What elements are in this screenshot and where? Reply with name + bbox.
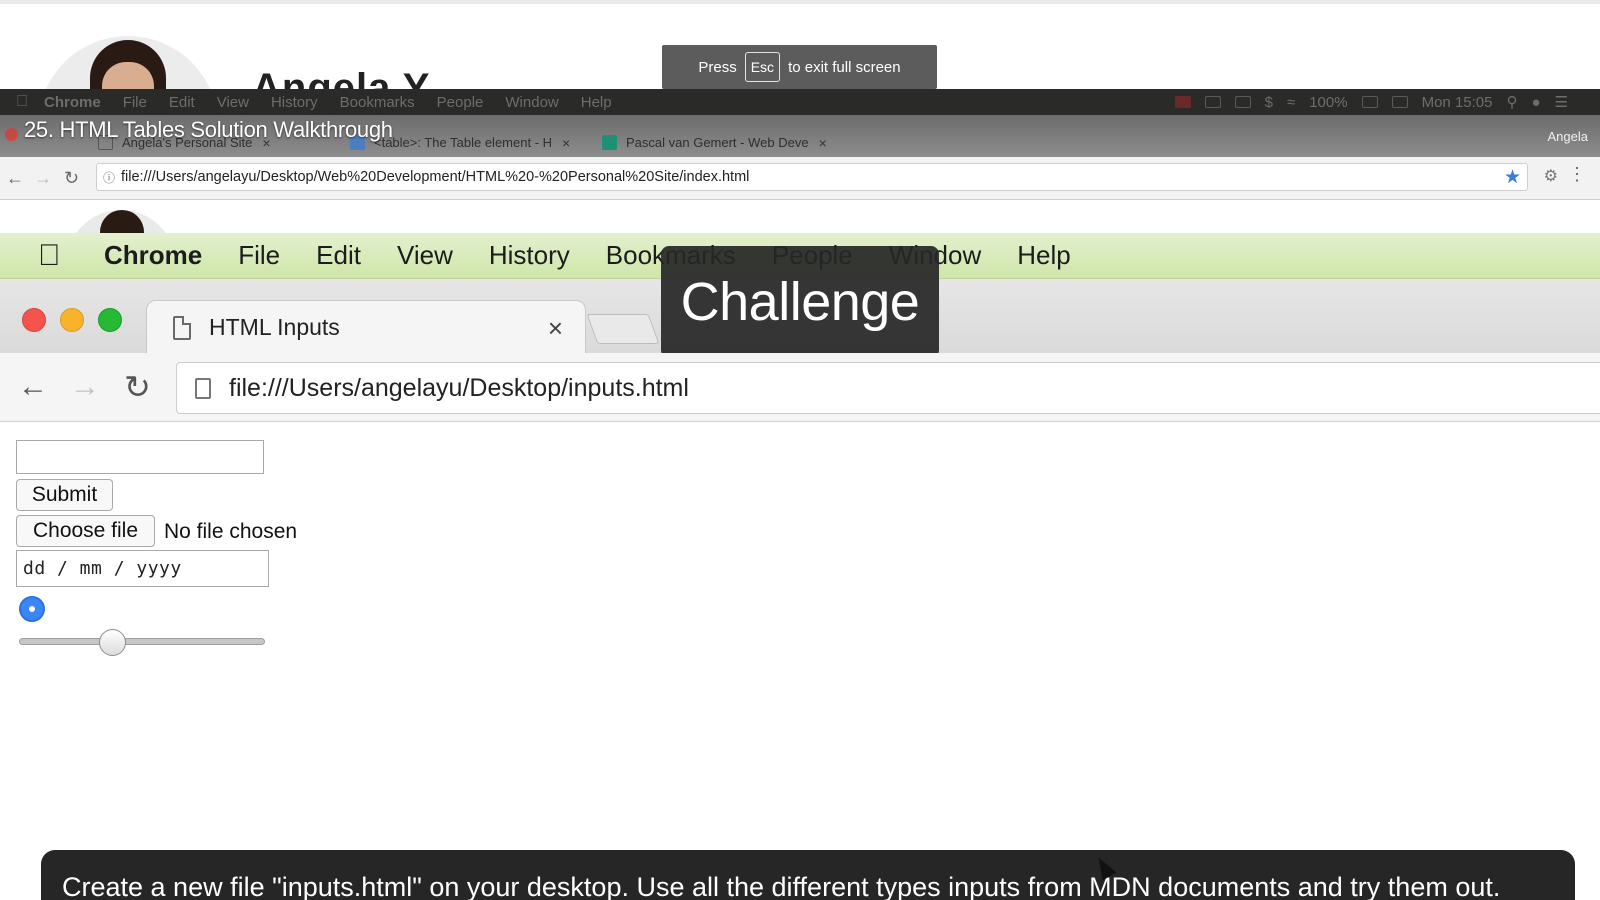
radio-button[interactable] — [19, 596, 45, 622]
p-icon — [602, 135, 617, 150]
close-icon[interactable]: × — [819, 135, 827, 151]
inner-tab-title: HTML Inputs — [209, 314, 340, 340]
profile-name[interactable]: Angela — [1548, 129, 1588, 144]
record-icon[interactable] — [1174, 96, 1191, 108]
siri-icon[interactable]: ● — [1531, 94, 1540, 111]
inner-menu-view[interactable]: View — [397, 240, 453, 271]
inner-menu-help[interactable]: Help — [1017, 240, 1070, 271]
text-input[interactable] — [16, 440, 264, 474]
close-icon[interactable]: × — [548, 313, 563, 344]
close-icon[interactable]: × — [562, 135, 570, 151]
close-window-button[interactable] — [22, 308, 46, 332]
choose-file-button[interactable]: Choose file — [16, 515, 155, 547]
apple-icon[interactable]:  — [0, 239, 104, 273]
new-tab-button[interactable] — [586, 314, 660, 344]
outer-address-bar[interactable]: ⓘ file:///Users/angelayu/Desktop/Web%20D… — [96, 163, 1528, 191]
back-icon[interactable]: ← — [6, 168, 24, 189]
inner-menu-file[interactable]: File — [238, 240, 280, 271]
inner-menu-edit[interactable]: Edit — [316, 240, 361, 271]
outer-menu-edit[interactable]: Edit — [169, 94, 195, 111]
forward-icon[interactable]: → — [70, 370, 100, 404]
search-icon[interactable]: ⚲ — [1506, 93, 1517, 111]
outer-menubar:  Chrome File Edit View History Bookmark… — [0, 89, 1600, 115]
outer-menu-history[interactable]: History — [271, 94, 318, 111]
outer-menu-help[interactable]: Help — [581, 94, 612, 111]
info-icon[interactable]: ⓘ — [97, 169, 121, 186]
inner-tab[interactable]: HTML Inputs × — [146, 300, 586, 354]
date-placeholder: dd / mm / yyyy — [23, 558, 182, 579]
inner-address-bar[interactable]: file:///Users/angelayu/Desktop/inputs.ht… — [176, 362, 1600, 414]
clock[interactable]: Mon 15:05 — [1422, 94, 1493, 111]
esc-key: Esc — [744, 52, 781, 82]
outer-url[interactable]: file:///Users/angelayu/Desktop/Web%20Dev… — [121, 169, 749, 185]
forward-icon[interactable]: → — [34, 168, 52, 189]
list-icon[interactable]: ☰ — [1555, 93, 1568, 111]
video-title: 25. HTML Tables Solution Walkthrough — [24, 117, 393, 142]
dollar-icon[interactable]: $ — [1265, 94, 1273, 111]
battery-percent[interactable]: 100% — [1309, 94, 1347, 111]
toast-suffix: to exit full screen — [788, 58, 901, 76]
star-icon[interactable]: ★ — [1504, 166, 1521, 189]
back-icon[interactable]: ← — [18, 370, 48, 404]
extension-icon[interactable]: ⚙ — [1544, 166, 1558, 186]
date-input[interactable]: dd / mm / yyyy — [16, 550, 269, 587]
wifi-icon[interactable]: ≈ — [1287, 94, 1295, 111]
battery-icon[interactable] — [1361, 96, 1378, 108]
avatar — [66, 210, 176, 234]
outer-menu-people[interactable]: People — [437, 94, 484, 111]
reload-icon[interactable]: ↻ — [124, 368, 151, 406]
outer-menu-window[interactable]: Window — [505, 94, 558, 111]
outer-close-dot[interactable] — [5, 128, 18, 141]
outer-menu-view[interactable]: View — [217, 94, 249, 111]
challenge-caption: Create a new file "inputs.html" on your … — [41, 850, 1575, 900]
range-slider-track[interactable] — [19, 638, 265, 645]
toast-prefix: Press — [698, 58, 737, 76]
fullscreen-window-button[interactable] — [98, 308, 122, 332]
outer-page-area — [0, 200, 1600, 234]
outer-menu-bookmarks[interactable]: Bookmarks — [340, 94, 415, 111]
more-icon[interactable]: ⋮ — [1568, 164, 1586, 185]
inner-menu-history[interactable]: History — [489, 240, 570, 271]
outer-menu-file[interactable]: File — [123, 94, 147, 111]
outer-tab[interactable]: Pascal van Gemert - Web Deve × — [592, 128, 837, 157]
page-icon — [195, 377, 211, 399]
apple-icon[interactable]:  — [0, 93, 44, 111]
display-icon[interactable] — [1234, 96, 1251, 108]
menubar-status-area: $ ≈ 100% Mon 15:05 ⚲ ● ☰ — [1174, 89, 1568, 115]
submit-button[interactable]: Submit — [16, 479, 113, 511]
outer-tab-title: <table>: The Table element - H — [374, 135, 553, 150]
page-top-border — [0, 0, 1600, 4]
file-status: No file chosen — [164, 520, 298, 543]
outer-menu-app[interactable]: Chrome — [44, 94, 101, 111]
minimize-window-button[interactable] — [60, 308, 84, 332]
inner-menu-app[interactable]: Chrome — [104, 240, 202, 271]
reload-icon[interactable]: ↻ — [64, 168, 79, 189]
avatar-hair — [100, 210, 144, 234]
range-slider-thumb[interactable] — [98, 629, 126, 656]
inner-url[interactable]: file:///Users/angelayu/Desktop/inputs.ht… — [229, 374, 689, 403]
page-icon — [173, 315, 191, 340]
screen: Angela Y Press Esc to exit full screen … — [0, 0, 1600, 900]
outer-tab-title: Pascal van Gemert - Web Deve — [626, 135, 809, 150]
screen-icon[interactable] — [1204, 96, 1221, 108]
flag-icon[interactable] — [1391, 96, 1408, 108]
fullscreen-toast: Press Esc to exit full screen — [662, 45, 937, 89]
challenge-label: Challenge — [661, 246, 939, 358]
